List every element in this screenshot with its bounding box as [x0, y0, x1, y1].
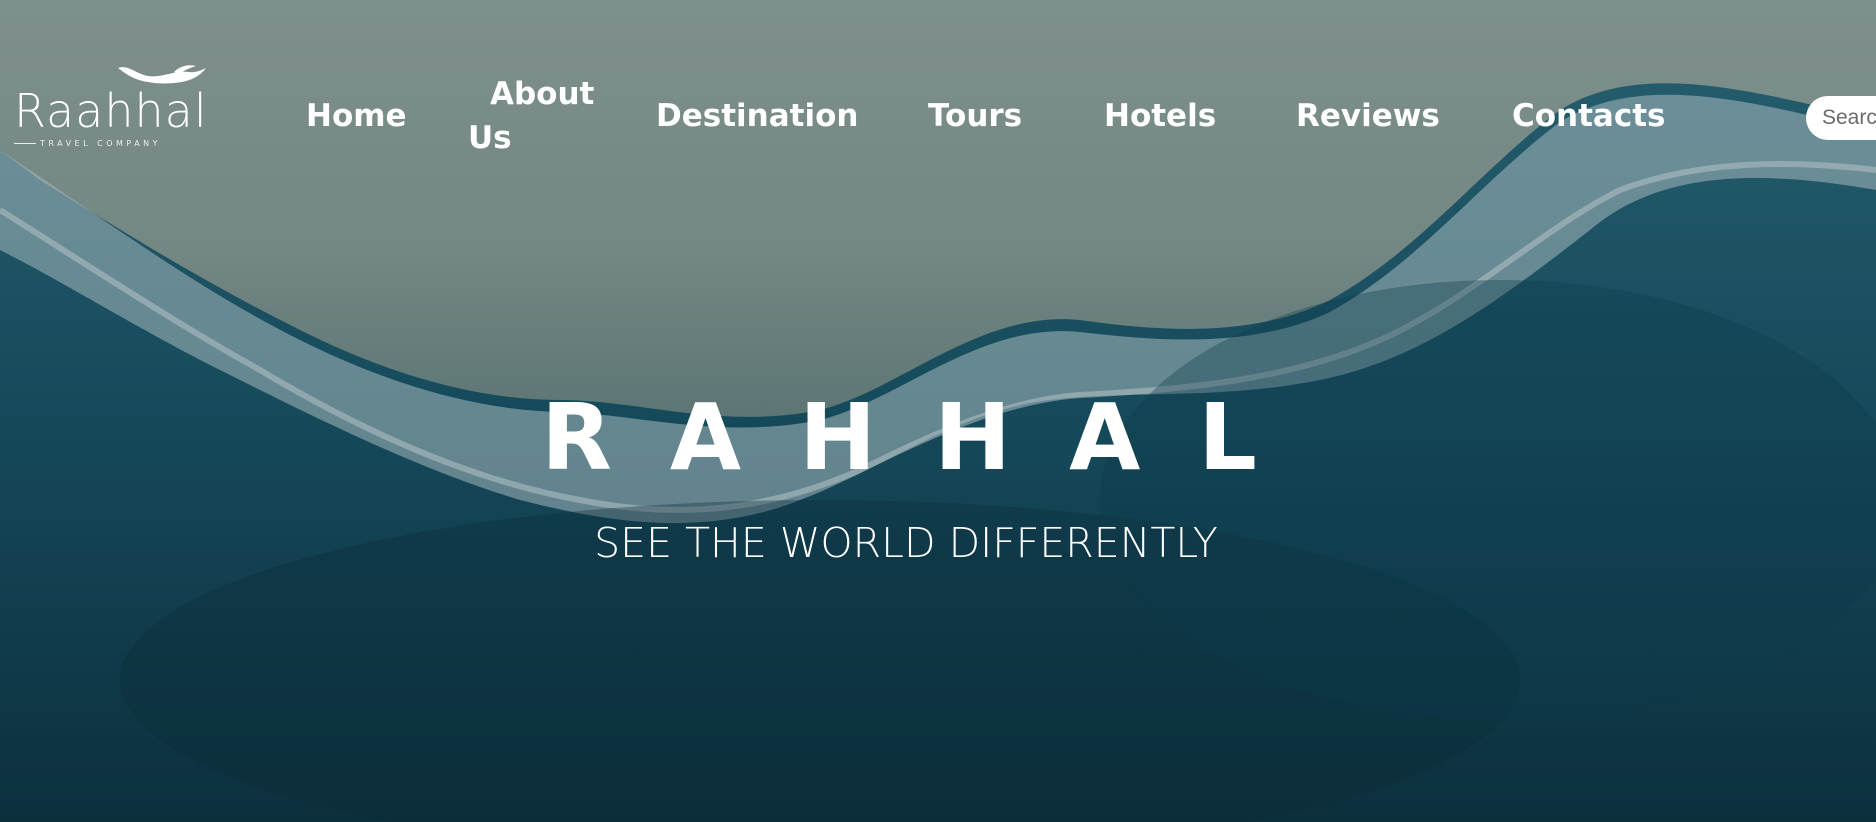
nav-item-home[interactable]: Home — [306, 94, 407, 138]
nav-item-destination[interactable]: Destination — [656, 94, 858, 138]
hero-title: RAHHAL — [541, 383, 1315, 491]
hero-subtitle: SEE THE WORLD DIFFERENTLY — [594, 519, 1218, 567]
search-input[interactable] — [1806, 96, 1876, 140]
nav-item-about-us[interactable]: About Us — [468, 72, 598, 160]
hero-section: Raahhal TRAVEL COMPANY Home About Us Des… — [0, 0, 1876, 822]
brand-name: Raahhal — [14, 84, 208, 138]
nav-item-reviews[interactable]: Reviews — [1296, 94, 1440, 138]
nav-item-tours[interactable]: Tours — [928, 94, 1022, 138]
brand-logo[interactable]: Raahhal TRAVEL COMPANY — [14, 60, 214, 152]
nav-item-contacts[interactable]: Contacts — [1512, 94, 1666, 138]
brand-tagline: TRAVEL COMPANY — [14, 139, 214, 148]
nav-item-hotels[interactable]: Hotels — [1104, 94, 1216, 138]
